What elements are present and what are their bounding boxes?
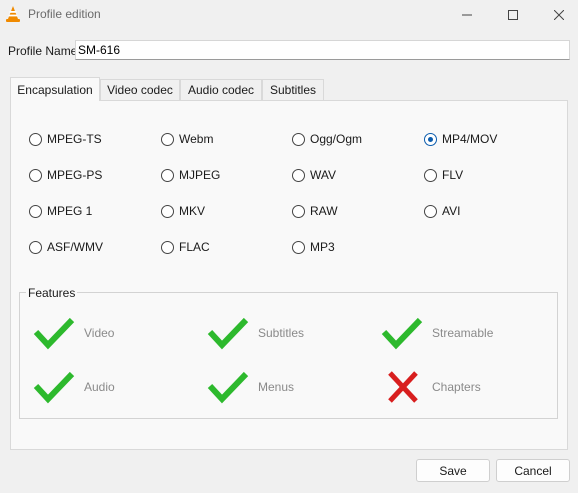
radio-mpeg-1[interactable]: MPEG 1 [29,203,92,219]
radio-indicator [29,240,42,254]
radio-mkv[interactable]: MKV [161,203,205,219]
radio-label: WAV [310,168,336,182]
radio-mp3[interactable]: MP3 [292,239,335,255]
feature-label: Video [84,326,115,340]
maximize-button[interactable] [490,0,536,30]
radio-label: FLV [442,168,464,182]
feature-label: Audio [84,380,115,394]
radio-label: MJPEG [179,168,221,182]
radio-indicator-selected [424,132,437,146]
radio-label: RAW [310,204,338,218]
radio-mpeg-ps[interactable]: MPEG-PS [29,167,102,183]
radio-ogg-ogm[interactable]: Ogg/Ogm [292,131,362,147]
radio-indicator [161,204,174,218]
tab-subtitles[interactable]: Subtitles [262,79,324,100]
minimize-button[interactable] [444,0,490,30]
radio-indicator [424,168,437,182]
feature-label: Subtitles [258,326,305,340]
tab-encapsulation[interactable]: Encapsulation [10,77,100,101]
radio-flac[interactable]: FLAC [161,239,210,255]
radio-indicator [424,204,437,218]
radio-label: Webm [179,132,214,146]
features-title: Features [26,286,78,300]
radio-label: MPEG-TS [47,132,102,146]
radio-flv[interactable]: FLV [424,167,463,183]
feature-subtitles: Subtitles [206,315,304,351]
feature-chapters: Chapters [380,369,481,405]
radio-webm[interactable]: Webm [161,131,213,147]
radio-label: MPEG 1 [47,204,93,218]
radio-indicator [292,240,305,254]
maximize-icon [508,10,518,20]
radio-indicator [161,240,174,254]
radio-indicator [292,204,305,218]
radio-label: AVI [442,204,461,218]
feature-streamable: Streamable [380,315,493,351]
cancel-button[interactable]: Cancel [496,459,570,482]
feature-menus: Menus [206,369,294,405]
check-icon [207,317,249,350]
radio-label: Ogg/Ogm [310,132,363,146]
radio-label: MP3 [310,240,335,254]
profile-name-label: Profile Name [8,44,78,58]
radio-label: MP4/MOV [442,132,498,146]
feature-label: Streamable [432,326,494,340]
radio-mpeg-ts[interactable]: MPEG-TS [29,131,102,147]
minimize-icon [462,14,472,16]
feature-label: Chapters [432,380,481,394]
check-icon [33,317,75,350]
feature-audio: Audio [32,369,115,405]
radio-label: ASF/WMV [47,240,103,254]
save-button[interactable]: Save [416,459,490,482]
close-icon [554,10,564,20]
radio-label: MPEG-PS [47,168,103,182]
radio-asf-wmv[interactable]: ASF/WMV [29,239,103,255]
feature-label: Menus [258,380,295,394]
radio-indicator [29,132,42,146]
profile-name-input[interactable] [75,40,570,60]
tab-video-codec[interactable]: Video codec [100,79,180,100]
check-icon [381,317,423,350]
check-icon [207,371,249,404]
window-title: Profile edition [28,7,101,21]
radio-indicator [161,168,174,182]
feature-video: Video [32,315,114,351]
radio-mjpeg[interactable]: MJPEG [161,167,220,183]
radio-indicator [161,132,174,146]
radio-raw[interactable]: RAW [292,203,338,219]
title-bar: Profile edition [0,0,578,30]
check-icon [33,371,75,404]
radio-label: FLAC [179,240,210,254]
radio-wav[interactable]: WAV [292,167,336,183]
tab-audio-codec[interactable]: Audio codec [180,79,262,100]
radio-indicator [29,168,42,182]
cross-icon [388,371,418,403]
radio-label: MKV [179,204,206,218]
radio-avi[interactable]: AVI [424,203,460,219]
close-button[interactable] [536,0,578,30]
vlc-cone-icon [5,5,21,23]
radio-indicator [29,204,42,218]
radio-indicator [292,168,305,182]
radio-indicator [292,132,305,146]
radio-mp4-mov[interactable]: MP4/MOV [424,131,497,147]
